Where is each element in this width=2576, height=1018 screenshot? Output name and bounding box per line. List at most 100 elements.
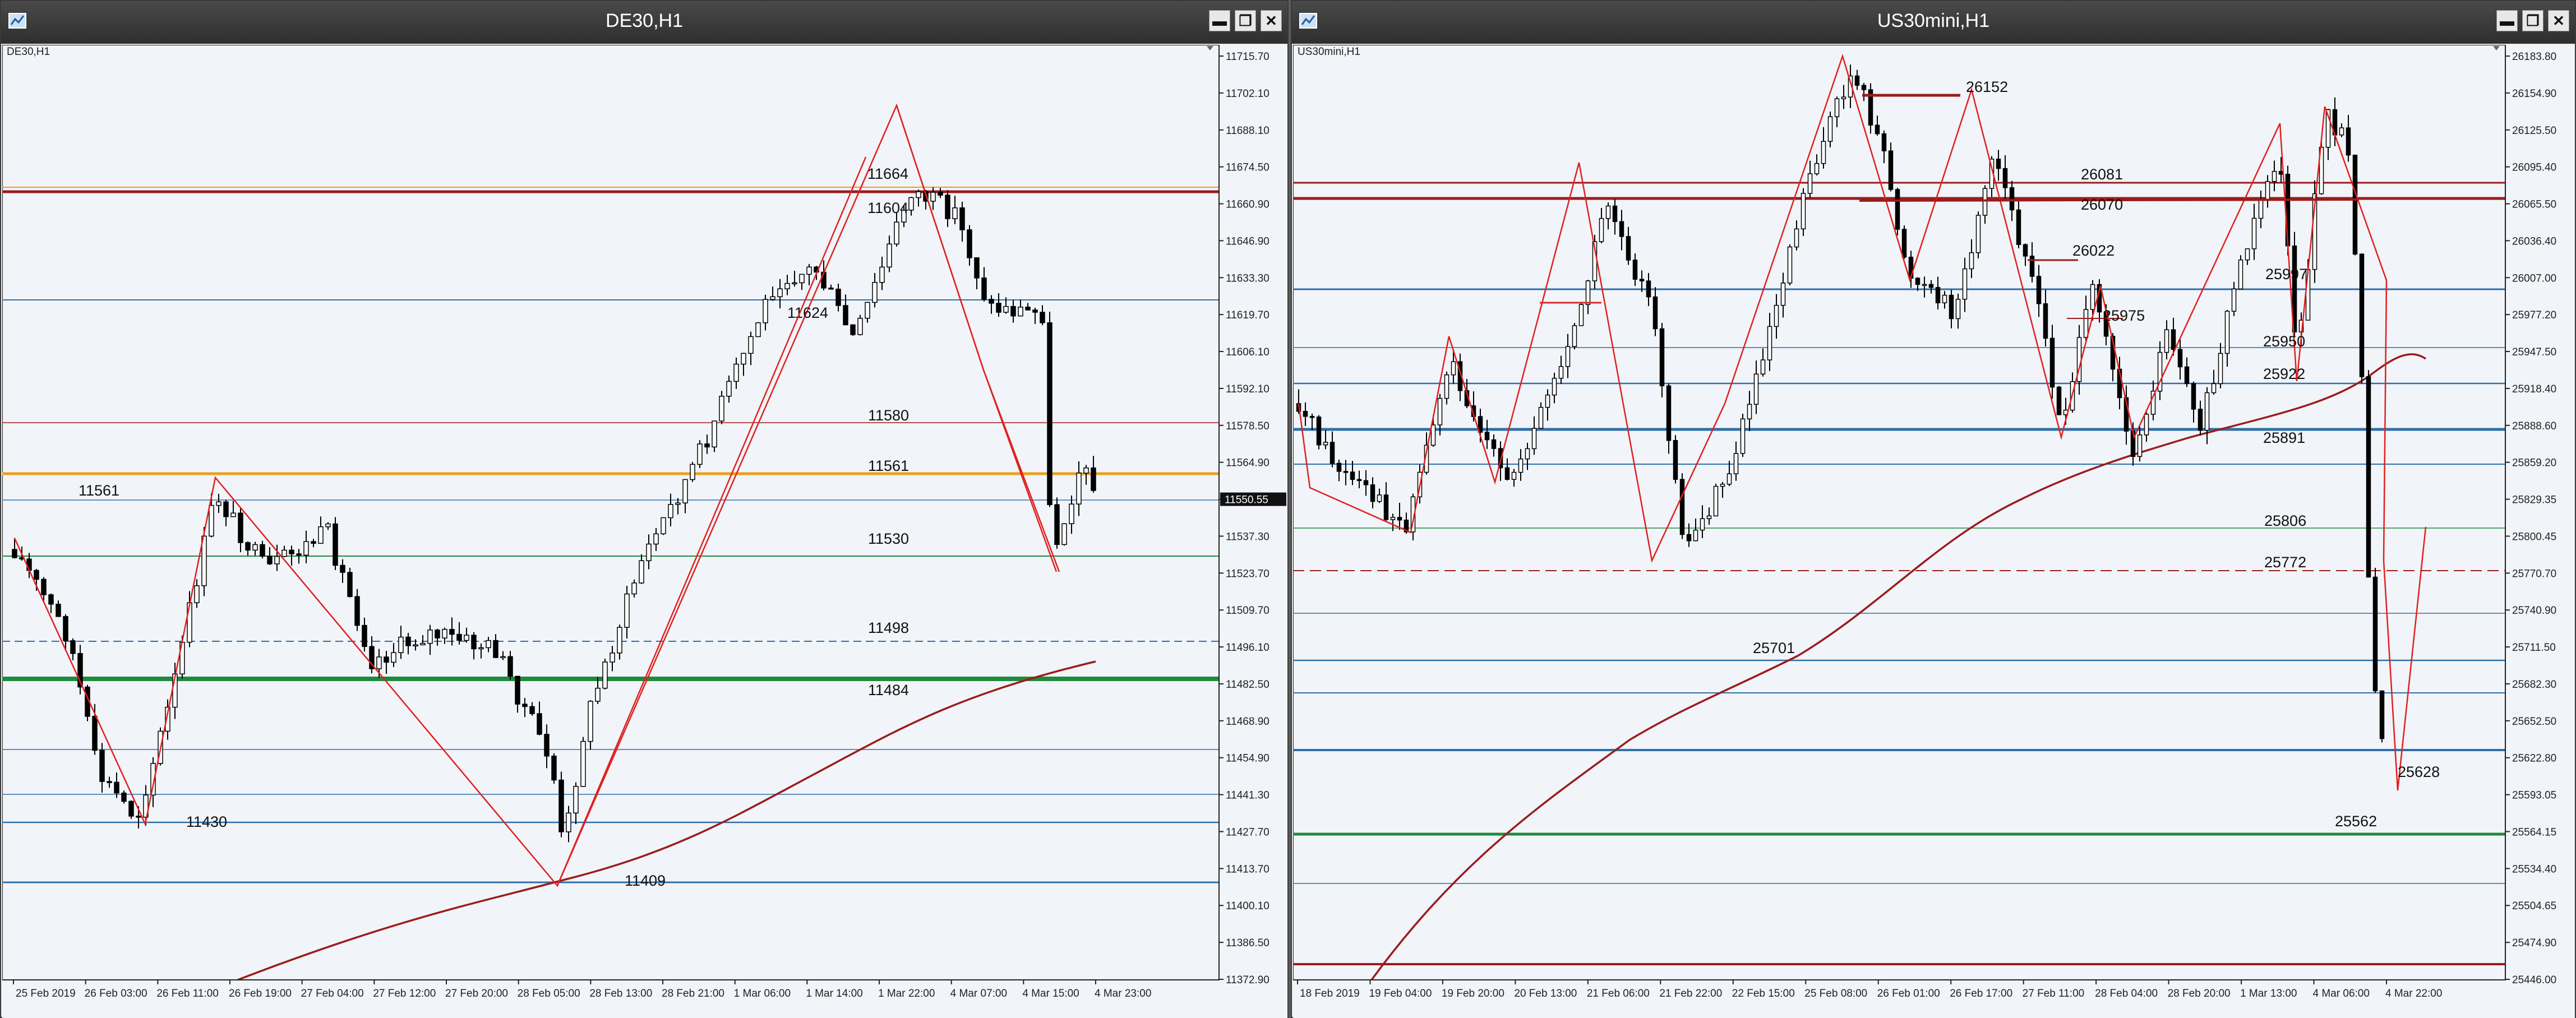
candle-body xyxy=(974,257,980,279)
level-label: 11409 xyxy=(625,872,666,889)
candle-body xyxy=(857,317,863,335)
candle-body xyxy=(1955,299,1961,320)
price-axis-label: 26154.90 xyxy=(2512,88,2556,100)
candle-body xyxy=(303,541,309,556)
price-chart[interactable]: US30mini,H1 26152 26081 26070 26022 25997 2597… xyxy=(1293,45,2575,1018)
candle-body xyxy=(34,570,39,580)
candle-body xyxy=(719,396,724,422)
candle-body xyxy=(1760,359,1766,375)
candle-body xyxy=(2238,259,2243,290)
time-axis-label: 21 Feb 06:00 xyxy=(1587,988,1650,1000)
maximize-button[interactable]: ❐ xyxy=(1235,10,1256,31)
close-button[interactable]: ✕ xyxy=(2548,10,2569,31)
price-axis-label: 11413.70 xyxy=(1226,863,1269,875)
candle-body xyxy=(1639,279,1645,281)
level-label: 11561 xyxy=(868,457,909,474)
price-axis-label: 11454.90 xyxy=(1226,753,1269,765)
price-axis-label: 25800.45 xyxy=(2512,531,2556,543)
de30-chart-canvas[interactable]: DE30,H1 11561 11430 11409 11624 11580 11561 115… xyxy=(2,45,1287,1018)
candle-body xyxy=(194,585,200,603)
candle-body xyxy=(1538,406,1544,429)
candle-body xyxy=(1484,432,1490,441)
candle-body xyxy=(2056,386,2062,415)
candle-body xyxy=(515,675,520,705)
candle-body xyxy=(1003,306,1009,313)
level-label: 11498 xyxy=(868,619,909,636)
candle-body xyxy=(1861,85,1867,90)
candle-body xyxy=(2009,187,2015,211)
close-button[interactable]: ✕ xyxy=(1261,10,1282,31)
candle-body xyxy=(668,504,673,519)
us30mini-chart-canvas[interactable]: US30mini,H1 26152 26081 26070 26022 25997 2597… xyxy=(1293,45,2575,1018)
candle-body xyxy=(610,653,615,663)
candle-body xyxy=(1935,286,1941,304)
candle-body xyxy=(2177,349,2183,368)
candle-body xyxy=(114,781,119,794)
candle-body xyxy=(1599,218,1604,242)
candle-body xyxy=(2339,127,2344,136)
candle-body xyxy=(296,553,302,556)
time-axis-label: 28 Feb 05:00 xyxy=(518,988,580,1000)
candle-body xyxy=(413,644,418,647)
level-label: 26081 xyxy=(2081,166,2123,183)
level-label: 26022 xyxy=(2072,242,2115,259)
time-axis-label: 1 Mar 22:00 xyxy=(878,988,935,1000)
candle-body xyxy=(1040,312,1045,323)
candle-body xyxy=(2245,248,2250,261)
candle-body xyxy=(580,741,586,787)
candle-body xyxy=(435,630,440,638)
price-axis-label: 26065.50 xyxy=(2512,199,2556,211)
window-titlebar[interactable]: US30mini,H1 ▬ ❐ ✕ xyxy=(1292,1,2575,44)
price-axis-label: 25504.65 xyxy=(2512,900,2556,912)
price-axis-label: 11523.70 xyxy=(1226,568,1269,580)
candle-body xyxy=(624,593,630,628)
candle-body xyxy=(894,221,899,245)
price-axis-label: 26036.40 xyxy=(2512,235,2556,247)
window-titlebar[interactable]: DE30,H1 ▬ ❐ ✕ xyxy=(1,1,1287,44)
candle-body xyxy=(1706,515,1712,520)
candle-body xyxy=(1572,325,1577,347)
candle-body xyxy=(1558,366,1564,379)
minimize-button[interactable]: ▬ xyxy=(1209,10,1230,31)
candle-body xyxy=(639,560,644,584)
level-label: 11430 xyxy=(186,813,227,830)
time-axis-label: 4 Mar 07:00 xyxy=(950,988,1007,1000)
candle-body xyxy=(1666,385,1672,441)
minimize-button[interactable]: ▬ xyxy=(2496,10,2518,31)
candle-body xyxy=(631,582,637,595)
candle-body xyxy=(1774,304,1779,327)
candle-body xyxy=(697,443,703,465)
candle-body xyxy=(1787,246,1793,284)
candle-body xyxy=(1962,268,1968,300)
price-chart[interactable]: DE30,H1 11561 11430 11409 11624 11580 11561 115… xyxy=(2,45,1287,1018)
candle-body xyxy=(2198,409,2203,431)
candle-body xyxy=(2002,168,2008,188)
candle-body xyxy=(1841,96,1846,99)
candle-body xyxy=(1834,98,1840,117)
candle-body xyxy=(289,549,294,554)
candle-body xyxy=(1047,322,1052,505)
candle-body xyxy=(2346,127,2351,156)
candle-body xyxy=(682,479,688,503)
price-axis-label: 11564.90 xyxy=(1226,457,1269,469)
candle-body xyxy=(916,191,921,198)
candle-body xyxy=(653,533,659,545)
time-axis-label: 26 Feb 11:00 xyxy=(156,988,219,1000)
time-axis-label: 4 Mar 23:00 xyxy=(1095,988,1151,1000)
candle-body xyxy=(99,749,105,782)
price-axis-label: 11715.70 xyxy=(1226,51,1269,63)
candle-body xyxy=(347,572,353,597)
level-label: 25772 xyxy=(2264,554,2306,571)
candle-body xyxy=(216,501,221,506)
price-axis-label: 25711.50 xyxy=(2512,642,2556,654)
candle-body xyxy=(2251,218,2257,249)
candle-body xyxy=(1370,484,1375,502)
time-axis-label: 28 Feb 13:00 xyxy=(589,988,652,1000)
candle-body xyxy=(755,322,761,337)
candle-body xyxy=(566,812,571,832)
maximize-button[interactable]: ❐ xyxy=(2522,10,2543,31)
candle-body xyxy=(2224,311,2230,354)
candle-body xyxy=(2265,181,2270,201)
candle-body xyxy=(1069,503,1074,525)
candle-body xyxy=(1747,404,1752,420)
